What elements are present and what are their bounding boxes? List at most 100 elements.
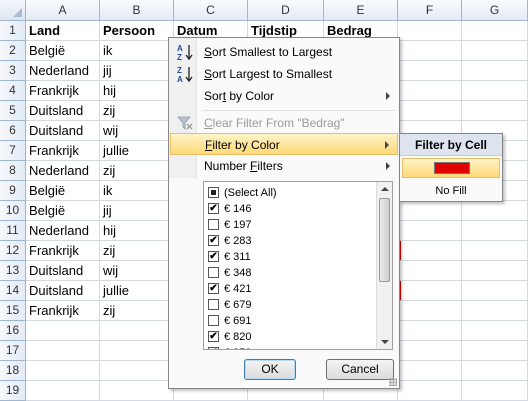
table-cell[interactable]: [398, 41, 462, 61]
column-header-b[interactable]: B: [100, 0, 174, 21]
row-header-6[interactable]: 6: [0, 121, 26, 141]
select-all-corner[interactable]: [0, 0, 26, 21]
table-cell[interactable]: [462, 61, 528, 81]
table-cell[interactable]: jij: [100, 201, 174, 221]
checklist-item[interactable]: ✔ € 283: [208, 233, 252, 249]
checkbox[interactable]: ✔: [208, 283, 219, 294]
table-cell[interactable]: [462, 381, 528, 401]
table-cell[interactable]: [398, 381, 462, 401]
table-cell[interactable]: [398, 321, 462, 341]
table-cell[interactable]: België: [26, 41, 100, 61]
checkbox[interactable]: ✔: [208, 347, 219, 349]
table-cell[interactable]: wij: [100, 261, 174, 281]
table-cell[interactable]: [462, 81, 528, 101]
checklist-item[interactable]: € 679: [208, 297, 252, 313]
row-header-14[interactable]: 14: [0, 281, 26, 301]
scroll-down-icon[interactable]: [381, 340, 389, 344]
table-cell[interactable]: [100, 341, 174, 361]
sort-smallest-to-largest-item[interactable]: A Z Sort Smallest to Largest: [170, 41, 398, 63]
table-cell[interactable]: [462, 41, 528, 61]
table-cell[interactable]: [462, 221, 528, 241]
table-cell[interactable]: Nederland: [26, 221, 100, 241]
table-cell[interactable]: [462, 241, 528, 261]
checklist-item[interactable]: ✔ € 820: [208, 329, 252, 345]
row-header-3[interactable]: 3: [0, 61, 26, 81]
table-cell[interactable]: [462, 321, 528, 341]
checkbox[interactable]: [208, 187, 219, 198]
checklist-item[interactable]: € 197: [208, 217, 252, 233]
table-cell[interactable]: [462, 101, 528, 121]
checkbox[interactable]: ✔: [208, 203, 219, 214]
row-header-10[interactable]: 10: [0, 201, 26, 221]
resize-grip-icon[interactable]: [389, 378, 397, 386]
checklist-item[interactable]: ✔ € 421: [208, 281, 252, 297]
table-cell[interactable]: [398, 261, 462, 281]
checkbox[interactable]: ✔: [208, 331, 219, 342]
table-cell[interactable]: zij: [100, 101, 174, 121]
checkbox[interactable]: ✔: [208, 235, 219, 246]
table-cell[interactable]: Duitsland: [26, 281, 100, 301]
table-cell[interactable]: [398, 281, 462, 301]
table-cell[interactable]: [398, 341, 462, 361]
table-cell[interactable]: [398, 301, 462, 321]
checkbox[interactable]: [208, 299, 219, 310]
row-header-19[interactable]: 19: [0, 381, 26, 401]
table-cell[interactable]: jullie: [100, 281, 174, 301]
table-cell[interactable]: wij: [100, 121, 174, 141]
checklist-item[interactable]: (Select All): [208, 185, 277, 201]
table-cell[interactable]: Frankrijk: [26, 81, 100, 101]
row-header-18[interactable]: 18: [0, 361, 26, 381]
table-cell[interactable]: zij: [100, 241, 174, 261]
row-header-16[interactable]: 16: [0, 321, 26, 341]
table-cell[interactable]: [398, 21, 462, 41]
checklist-item[interactable]: € 691: [208, 313, 252, 329]
row-header-5[interactable]: 5: [0, 101, 26, 121]
table-cell[interactable]: [462, 281, 528, 301]
table-cell[interactable]: Frankrijk: [26, 241, 100, 261]
sort-by-color-item[interactable]: Sort by Color: [170, 85, 398, 107]
table-cell[interactable]: Nederland: [26, 161, 100, 181]
scrollbar-thumb[interactable]: [379, 198, 390, 282]
table-cell[interactable]: [26, 341, 100, 361]
table-cell[interactable]: hij: [100, 221, 174, 241]
table-cell[interactable]: jij: [100, 61, 174, 81]
table-cell[interactable]: jullie: [100, 141, 174, 161]
clear-filter-item[interactable]: Clear Filter From "Bedrag": [170, 112, 398, 134]
table-cell[interactable]: Frankrijk: [26, 301, 100, 321]
table-cell[interactable]: ik: [100, 41, 174, 61]
row-header-11[interactable]: 11: [0, 221, 26, 241]
column-header-a[interactable]: A: [26, 0, 100, 21]
table-cell[interactable]: ik: [100, 181, 174, 201]
table-cell[interactable]: [462, 261, 528, 281]
column-header-e[interactable]: E: [324, 0, 398, 21]
scroll-up-icon[interactable]: [381, 187, 389, 191]
column-header-g[interactable]: G: [462, 0, 528, 21]
table-cell[interactable]: [462, 361, 528, 381]
table-cell[interactable]: [398, 201, 462, 221]
table-cell[interactable]: Nederland: [26, 61, 100, 81]
table-cell[interactable]: [462, 21, 528, 41]
no-fill-option[interactable]: No Fill: [400, 181, 502, 201]
row-header-13[interactable]: 13: [0, 261, 26, 281]
row-header-15[interactable]: 15: [0, 301, 26, 321]
row-header-8[interactable]: 8: [0, 161, 26, 181]
row-header-17[interactable]: 17: [0, 341, 26, 361]
table-cell[interactable]: hij: [100, 81, 174, 101]
table-cell[interactable]: België: [26, 181, 100, 201]
checklist-item[interactable]: ✔ € 311: [208, 249, 251, 265]
table-cell[interactable]: [26, 361, 100, 381]
table-cell[interactable]: [398, 61, 462, 81]
table-cell[interactable]: [398, 361, 462, 381]
table-cell[interactable]: Frankrijk: [26, 141, 100, 161]
checkbox[interactable]: ✔: [208, 251, 219, 262]
sort-largest-to-smallest-item[interactable]: Z A Sort Largest to Smallest: [170, 63, 398, 85]
ok-button[interactable]: OK: [244, 359, 296, 380]
header-cell[interactable]: Persoon: [100, 21, 174, 41]
row-header-1[interactable]: 1: [0, 21, 26, 41]
row-header-12[interactable]: 12: [0, 241, 26, 261]
cancel-button[interactable]: Cancel: [326, 359, 394, 380]
table-cell[interactable]: zij: [100, 161, 174, 181]
table-cell[interactable]: [100, 381, 174, 401]
table-cell[interactable]: Duitsland: [26, 101, 100, 121]
table-cell[interactable]: België: [26, 201, 100, 221]
